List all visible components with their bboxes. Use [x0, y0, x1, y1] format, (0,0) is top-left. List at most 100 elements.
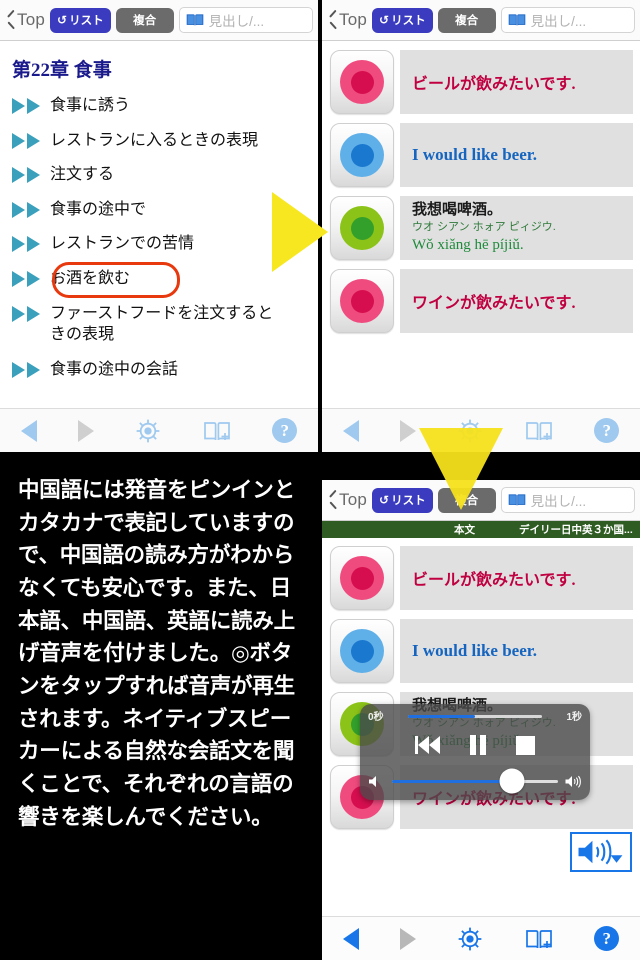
book-plus-icon[interactable] — [525, 928, 553, 950]
play-audio-pink-icon[interactable] — [330, 50, 394, 114]
audio-core — [350, 289, 374, 313]
sentence-japanese: ビールが飲みたいです. — [412, 76, 576, 93]
bottom-toolbar: ? — [0, 408, 318, 452]
search-placeholder: 見出し/... — [530, 14, 587, 29]
list-button[interactable]: ↺ リスト — [50, 7, 111, 33]
list-button[interactable]: ↺ リスト — [372, 7, 433, 33]
toc-item-3[interactable]: 食事の途中で — [12, 199, 308, 221]
back-button[interactable]: Top — [327, 490, 367, 510]
list-button-label: リスト — [69, 15, 104, 27]
volume-knob[interactable] — [499, 768, 525, 794]
audio-core — [350, 566, 374, 590]
question-mark-icon[interactable]: ? — [594, 926, 620, 951]
toc-item-1[interactable]: レストランに入るときの表現 — [12, 130, 308, 152]
back-button[interactable]: Top — [5, 10, 45, 30]
compound-button[interactable]: 複合 — [437, 7, 496, 33]
search-input[interactable]: 見出し/... — [178, 7, 313, 33]
toc-item-label: 食事に誘う — [50, 97, 131, 114]
volume-control — [360, 768, 590, 794]
panel-audio-player: Top ↺ リスト 複合 見出し/... 本文 デイリー日中英３か国... ビー… — [322, 480, 640, 960]
double-triangle-icon — [12, 130, 50, 149]
play-audio-pink-icon[interactable] — [330, 269, 394, 333]
play-audio-pink-icon[interactable] — [330, 546, 394, 610]
play-audio-blue-icon[interactable] — [330, 123, 394, 187]
navigation-bar: Top ↺ リスト 複合 見出し/... — [0, 0, 318, 41]
sentence-row[interactable]: 我想喝啤酒。 ウオ シアン ホォア ピィジウ. Wǒ xiǎng hē píji… — [322, 196, 640, 260]
question-mark-icon[interactable]: ? — [272, 418, 298, 443]
toc-item-6[interactable]: ファーストフードを注文すると きの表現 — [12, 303, 308, 346]
audio-core — [350, 70, 374, 94]
back-triangle-icon[interactable] — [20, 419, 37, 442]
ship-wheel-icon[interactable] — [135, 418, 161, 444]
panel-table-of-contents: Top ↺ リスト 複合 見出し/... 第22章 食事 食事に誘う レストラン… — [0, 0, 318, 452]
back-button[interactable]: Top — [327, 10, 367, 30]
toc-item-4[interactable]: レストランでの苦情 — [12, 233, 308, 255]
sentence-row[interactable]: ワインが飲みたいです. — [322, 269, 640, 333]
sentence-row[interactable]: ビールが飲みたいです. — [322, 50, 640, 114]
toc-list: 第22章 食事 食事に誘う レストランに入るときの表現 注文する 食事の途中で … — [0, 41, 318, 452]
audio-core — [350, 639, 374, 663]
chevron-down-icon — [610, 855, 623, 863]
toc-item-label: お酒を飲む — [50, 269, 131, 287]
search-input[interactable]: 見出し/... — [500, 7, 635, 33]
stop-icon[interactable] — [516, 735, 535, 755]
toc-item-label: 注文する — [50, 166, 115, 184]
audio-core — [350, 216, 374, 240]
speaker-wave-icon[interactable] — [570, 832, 632, 872]
forward-triangle-icon[interactable] — [400, 927, 417, 950]
chevron-left-icon — [327, 11, 338, 29]
sentence-rows: ビールが飲みたいです. I would like beer. 我想喝啤酒。 ウオ… — [322, 41, 640, 452]
sentence-text-cell: 我想喝啤酒。 ウオ シアン ホォア ピィジウ. Wǒ xiǎng hē píji… — [400, 196, 633, 260]
compound-button-label: 複合 — [133, 15, 157, 27]
sentence-row[interactable]: I would like beer. — [322, 619, 640, 683]
loop-arrow-icon: ↺ — [379, 493, 390, 507]
compound-button-label: 複合 — [455, 15, 479, 27]
ship-wheel-icon[interactable] — [457, 926, 483, 952]
back-triangle-icon[interactable] — [342, 927, 359, 950]
sentence-japanese: ワインが飲みたいです. — [412, 295, 576, 312]
question-mark-icon[interactable]: ? — [594, 418, 620, 443]
forward-triangle-icon[interactable] — [400, 419, 417, 442]
search-input[interactable]: 見出し/... — [500, 487, 635, 513]
toc-item-2[interactable]: 注文する — [12, 164, 308, 186]
annotation-arrow-down — [419, 428, 503, 510]
screenshot-stage: Top ↺ リスト 複合 見出し/... 第22章 食事 食事に誘う レストラン… — [0, 0, 640, 960]
toc-item-7[interactable]: 食事の途中の会話 — [12, 359, 308, 381]
double-triangle-icon — [12, 268, 50, 287]
forward-triangle-icon[interactable] — [78, 419, 95, 442]
toc-item-5-selected[interactable]: お酒を飲む — [12, 261, 308, 298]
book-plus-icon[interactable] — [525, 420, 553, 442]
sentence-text-cell: ビールが飲みたいです. — [400, 546, 633, 610]
sentence-row[interactable]: ビールが飲みたいです. — [322, 546, 640, 610]
pause-icon[interactable] — [470, 735, 486, 755]
ribbon-title-label: デイリー日中英３か国... — [519, 524, 633, 536]
toc-item-label: 食事の途中の会話 — [50, 360, 179, 378]
section-ribbon: 本文 デイリー日中英３か国... — [322, 521, 640, 538]
audio-ring — [340, 60, 384, 104]
speaker-low-icon — [369, 775, 376, 787]
volume-slider[interactable] — [392, 768, 558, 794]
sentence-text-cell: ビールが飲みたいです. — [400, 50, 633, 114]
speaker-wave-glyph — [578, 839, 623, 865]
bottom-toolbar: ? — [322, 916, 640, 960]
audio-progress-slider[interactable] — [408, 715, 542, 718]
list-button-label: リスト — [391, 15, 426, 27]
play-audio-green-icon[interactable] — [330, 196, 394, 260]
play-audio-blue-icon[interactable] — [330, 619, 394, 683]
toc-item-label: レストランに入るときの表現 — [50, 131, 259, 149]
ribbon-section-label: 本文 — [454, 524, 475, 536]
audio-player-overlay[interactable]: 0秒 1秒 — [360, 704, 590, 800]
panel-sentence-list: Top ↺ リスト 複合 見出し/... ビールが飲みたいです. I would… — [322, 0, 640, 452]
chevron-left-icon — [5, 11, 16, 29]
book-plus-icon[interactable] — [203, 420, 231, 442]
rewind-icon[interactable] — [415, 736, 440, 754]
double-triangle-icon — [12, 199, 50, 218]
sentence-english: I would like beer. — [412, 641, 538, 660]
speaker-high-icon — [565, 775, 581, 788]
sentence-row[interactable]: I would like beer. — [322, 123, 640, 187]
toc-item-0[interactable]: 食事に誘う — [12, 95, 308, 117]
annotation-arrow-right — [272, 192, 328, 272]
compound-button[interactable]: 複合 — [115, 7, 174, 33]
back-triangle-icon[interactable] — [342, 419, 359, 442]
sentence-text-cell: I would like beer. — [400, 619, 633, 683]
